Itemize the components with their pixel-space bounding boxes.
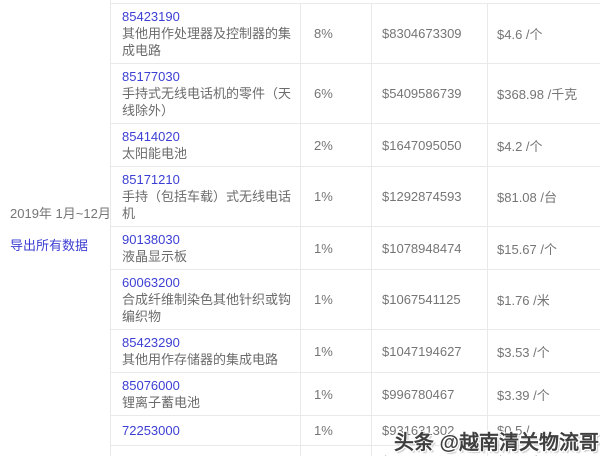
product-cell: 27101911 <box>111 446 301 456</box>
trade-data-table: 85423190 其他用作处理器及控制器的集成电路 8% $8304673309… <box>111 3 600 456</box>
trade-value-cell: $1292874593 <box>372 167 488 226</box>
hs-code-link[interactable]: 85076000 <box>122 377 294 394</box>
product-description: 合成纤维制染色其他针织或钩编织物 <box>122 292 292 324</box>
unit-price-cell: $3.53 /个 <box>497 344 550 360</box>
hs-code-link[interactable]: 85423190 <box>122 8 294 25</box>
share-percent-cell: 1% <box>301 167 372 226</box>
hs-code-link[interactable]: 60063200 <box>122 274 294 291</box>
share-percent-cell: 1% <box>301 373 372 415</box>
hs-code-link[interactable]: 85423290 <box>122 334 294 351</box>
unit-price-cell: $3.39 /个 <box>497 387 550 403</box>
hs-code-link[interactable]: 90138030 <box>122 231 294 248</box>
period-label: 2019年 1月~12月 <box>10 206 111 221</box>
product-cell: 60063200 合成纤维制染色其他针织或钩编织物 <box>111 270 301 329</box>
share-percent-cell: 1% <box>301 416 372 445</box>
product-cell: 72253000 <box>111 416 301 445</box>
hs-code-link[interactable]: 85177030 <box>122 68 294 85</box>
table-row: 85423190 其他用作处理器及控制器的集成电路 8% $8304673309… <box>111 4 600 64</box>
product-description: 锂离子蓄电池 <box>122 395 201 410</box>
product-cell: 90138030 液晶显示板 <box>111 227 301 269</box>
product-description: 手持（包括车载）式无线电话机 <box>122 189 292 221</box>
product-cell: 85414020 太阳能电池 <box>111 124 301 166</box>
product-cell: 85171210 手持（包括车载）式无线电话机 <box>111 167 301 226</box>
unit-price-cell: $4.2 /个 <box>497 138 543 154</box>
product-description: 手持式无线电话机的零件（天线除外） <box>122 86 292 118</box>
unit-price-cell: $368.98 /千克 <box>497 87 578 102</box>
table-row: 90138030 液晶显示板 1% $1078948474 $15.67 /个 <box>111 227 600 270</box>
trade-value-cell: $996780467 <box>372 373 488 415</box>
product-cell: 85423290 其他用作存储器的集成电路 <box>111 330 301 372</box>
product-cell: 85076000 锂离子蓄电池 <box>111 373 301 415</box>
product-description: 其他用作存储器的集成电路 <box>122 352 279 367</box>
table-row: 60063200 合成纤维制染色其他针织或钩编织物 1% $1067541125… <box>111 270 600 330</box>
sidebar: 2019年 1月~12月 导出所有数据 <box>0 0 111 456</box>
table-row: 85076000 锂离子蓄电池 1% $996780467 $3.39 /个 <box>111 373 600 416</box>
table-row: 85177030 手持式无线电话机的零件（天线除外） 6% $540958673… <box>111 64 600 124</box>
product-description: 其他用作处理器及控制器的集成电路 <box>122 26 292 58</box>
unit-price-cell: $15.67 /个 <box>497 241 557 257</box>
hs-code-link[interactable]: 85171210 <box>122 171 294 188</box>
unit-price-cell: $4.6 /个 <box>497 27 543 42</box>
product-description: 太阳能电池 <box>122 146 188 161</box>
trade-value-cell: $1067541125 <box>372 270 488 329</box>
export-all-data-link[interactable]: 导出所有数据 <box>10 235 88 254</box>
table-row: 85171210 手持（包括车载）式无线电话机 1% $1292874593 $… <box>111 167 600 227</box>
hs-code-link[interactable]: 85414020 <box>122 128 294 145</box>
product-description: 液晶显示板 <box>122 249 188 264</box>
hs-code-link[interactable]: 72253000 <box>122 422 294 439</box>
product-cell: 85423190 其他用作处理器及控制器的集成电路 <box>111 4 301 63</box>
share-percent-cell: 8% <box>301 4 372 63</box>
table-row: 85423290 其他用作存储器的集成电路 1% $1047194627 $3.… <box>111 330 600 373</box>
trade-value-cell: $1647095050 <box>372 124 488 166</box>
trade-value-cell: $5409586739 <box>372 64 488 123</box>
trade-value-cell: $1078948474 <box>372 227 488 269</box>
share-percent-cell: 1% <box>301 227 372 269</box>
share-percent-cell: 1% <box>301 446 372 456</box>
share-percent-cell: 2% <box>301 124 372 166</box>
product-cell: 85177030 手持式无线电话机的零件（天线除外） <box>111 64 301 123</box>
unit-price-cell: $81.08 /台 <box>497 190 557 205</box>
share-percent-cell: 1% <box>301 330 372 372</box>
table-row: 85414020 太阳能电池 2% $1647095050 $4.2 /个 <box>111 124 600 167</box>
share-percent-cell: 1% <box>301 270 372 329</box>
share-percent-cell: 6% <box>301 64 372 123</box>
trade-value-cell: $1047194627 <box>372 330 488 372</box>
watermark-text: 头条 @越南清关物流哥 <box>393 432 599 454</box>
hs-code-link[interactable]: 27101911 <box>122 452 294 456</box>
unit-price-cell: $1.76 /米 <box>497 293 550 308</box>
trade-value-cell: $8304673309 <box>372 4 488 63</box>
